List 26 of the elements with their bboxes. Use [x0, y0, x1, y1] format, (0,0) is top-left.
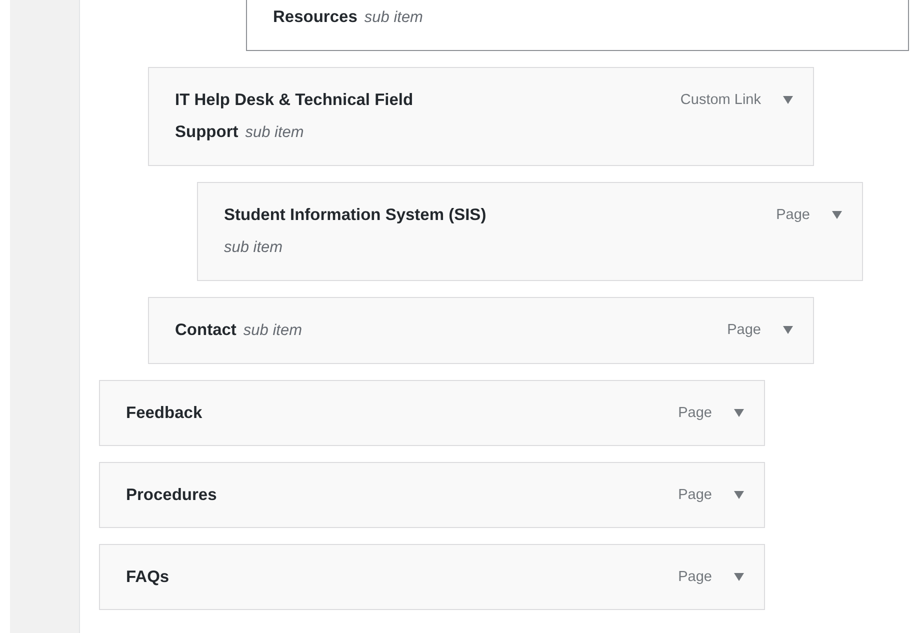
menu-item-title: Procedures — [126, 485, 218, 506]
menu-item[interactable]: IT Help Desk & Technical Field Support sub item Custom Link — [148, 67, 814, 166]
item-type: Page — [776, 207, 810, 223]
menu-item-title: IT Help Desk & Technical Field Support sub item — [175, 90, 414, 143]
expand-arrow-icon[interactable] — [783, 326, 793, 334]
expand-arrow-icon[interactable] — [832, 211, 842, 219]
menu-item-title: Student Information System (SIS) sub item — [224, 205, 488, 258]
menu-item[interactable]: Procedures Page — [99, 462, 765, 528]
expand-arrow-icon[interactable] — [734, 491, 744, 499]
item-type: Page — [678, 405, 712, 421]
menu-item-title: Feedback — [126, 403, 204, 424]
menu-item[interactable]: Resources sub item — [246, 0, 909, 51]
menu-item[interactable]: Contact sub item Page — [148, 297, 814, 364]
menu-item-title: FAQs — [126, 567, 170, 588]
menu-item[interactable]: FAQs Page — [99, 544, 765, 610]
menu-item-title: Contact sub item — [175, 320, 302, 341]
menu-item-title: Resources sub item — [273, 7, 423, 28]
item-type: Page — [678, 487, 712, 503]
item-type: Page — [727, 322, 761, 338]
item-type: Custom Link — [680, 92, 761, 108]
menu-item[interactable]: Student Information System (SIS) sub item Page — [197, 182, 863, 281]
expand-arrow-icon[interactable] — [734, 573, 744, 581]
expand-arrow-icon[interactable] — [783, 96, 793, 104]
expand-arrow-icon[interactable] — [734, 409, 744, 417]
item-type: Page — [678, 569, 712, 585]
menu-item[interactable]: Feedback Page — [99, 380, 765, 446]
